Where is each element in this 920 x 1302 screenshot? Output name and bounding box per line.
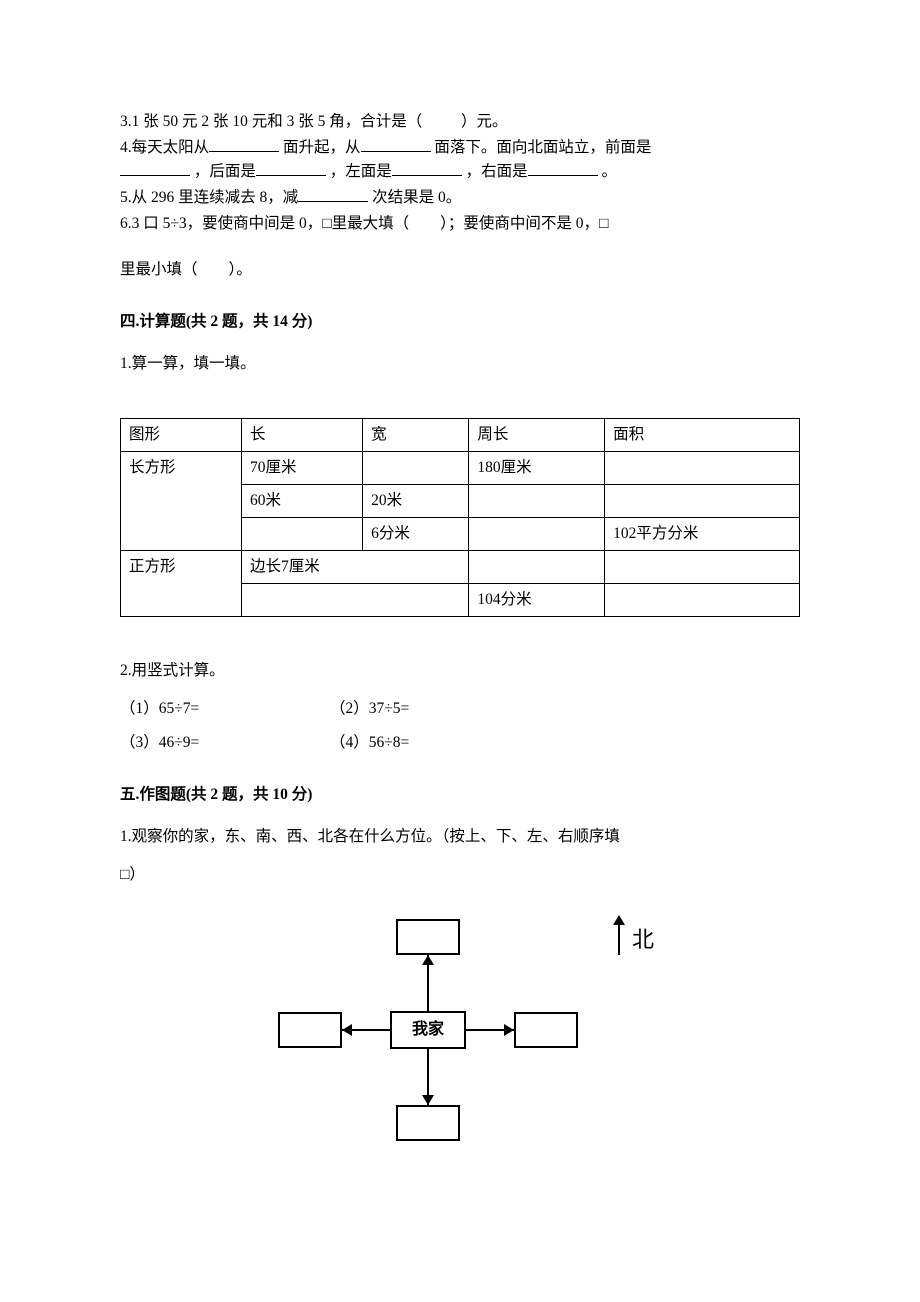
q4-f: ，右面是 [466,163,528,180]
section-5-heading: 五.作图题(共 2 题，共 10 分) [120,783,800,807]
blank [120,161,190,176]
calc-row-2: （3）46÷9= （4）56÷8= [120,731,800,755]
calc-4: （4）56÷8= [330,731,540,755]
blank [528,161,598,176]
question-5: 5.从 296 里连续减去 8，减 次结果是 0。 [120,186,800,210]
diagram-right-box [514,1012,578,1048]
q4-a: 4.每天太阳从 [120,139,209,156]
section-4-item1: 1.算一算，填一填。 [120,352,800,376]
cell [605,485,800,518]
q4-d: ，后面是 [194,163,256,180]
cell: 102平方分米 [605,518,800,551]
section-5-item1b: □） [120,863,800,887]
q4-b: 面升起，从 [283,139,361,156]
blank [298,187,368,202]
blank [392,161,462,176]
cell [469,551,605,584]
cell [242,584,469,617]
diagram-bottom-box [396,1105,460,1141]
north-arrow-line [618,921,620,955]
q5-b: 次结果是 0。 [372,189,461,206]
th-width: 宽 [363,419,469,452]
north-arrow-head-icon [613,915,625,925]
cell: 20米 [363,485,469,518]
cell [363,452,469,485]
direction-diagram: 我家 北 [220,901,700,1171]
cell: 60米 [242,485,363,518]
q3-suffix: ）元。 [461,113,508,130]
th-shape: 图形 [121,419,242,452]
calc-3: （3）46÷9= [120,731,330,755]
q4-e: ，左面是 [330,163,392,180]
arrow-right-icon [504,1024,514,1036]
cell: 70厘米 [242,452,363,485]
section-5-item1a: 1.观察你的家，东、南、西、北各在什么方位。（按上、下、左、右顺序填 [120,825,800,849]
question-4: 4.每天太阳从 面升起，从 面落下。面向北面站立，前面是 ，后面是 ，左面是 ，… [120,136,800,184]
calc-1: （1）65÷7= [120,697,330,721]
section-4-item2: 2.用竖式计算。 [120,659,800,683]
cell-rect-label: 长方形 [121,452,242,551]
q3-prefix: 3.1 张 50 元 2 张 10 元和 3 张 5 角，合计是（ [120,113,422,130]
gap [120,617,800,659]
cell-side-7cm-text: 边长7厘米 [250,558,320,575]
cell [605,452,800,485]
table-row: 正方形 边长7厘米 [121,551,800,584]
page: 3.1 张 50 元 2 张 10 元和 3 张 5 角，合计是（ ）元。 4.… [0,0,920,1302]
q4-c: 面落下。面向北面站立，前面是 [434,139,651,156]
diagram-left-box [278,1012,342,1048]
arrow-down-icon [422,1095,434,1105]
north-label: 北 [632,923,654,957]
th-perimeter: 周长 [469,419,605,452]
cell [469,518,605,551]
diagram-top-box [396,919,460,955]
calc-row-1: （1）65÷7= （2）37÷5= [120,697,800,721]
cell: 104分米 [469,584,605,617]
q4-g: 。 [602,163,618,180]
cell: 180厘米 [469,452,605,485]
diagram-center-label: 我家 [412,1018,444,1043]
calc-table: 图形 长 宽 周长 面积 长方形 70厘米 180厘米 60米 20米 6分米 … [120,418,800,617]
th-length: 长 [242,419,363,452]
gap [120,238,800,258]
q3-blank [426,113,457,130]
table-header-row: 图形 长 宽 周长 面积 [121,419,800,452]
arrow-left-icon [342,1024,352,1036]
section-4-heading: 四.计算题(共 2 题，共 14 分) [120,310,800,334]
question-3: 3.1 张 50 元 2 张 10 元和 3 张 5 角，合计是（ ）元。 [120,110,800,134]
cell [605,584,800,617]
gap [120,390,800,410]
arrow-up-icon [422,955,434,965]
question-6-line1: 6.3 口 5÷3，要使商中间是 0，□里最大填（ ）；要使商中间不是 0，□ [120,212,800,236]
cell [469,485,605,518]
blank [256,161,326,176]
th-area: 面积 [605,419,800,452]
cell [605,551,800,584]
cell-side-7cm: 边长7厘米 [242,551,469,584]
cell: 6分米 [363,518,469,551]
table-row: 长方形 70厘米 180厘米 [121,452,800,485]
q5-a: 5.从 296 里连续减去 8，减 [120,189,298,206]
cell [242,518,363,551]
cell-square-label: 正方形 [121,551,242,617]
diagram-center-box: 我家 [390,1011,466,1049]
blank [361,137,431,152]
calc-2: （2）37÷5= [330,697,540,721]
question-6-line2: 里最小填（ ）。 [120,258,800,282]
blank [209,137,279,152]
